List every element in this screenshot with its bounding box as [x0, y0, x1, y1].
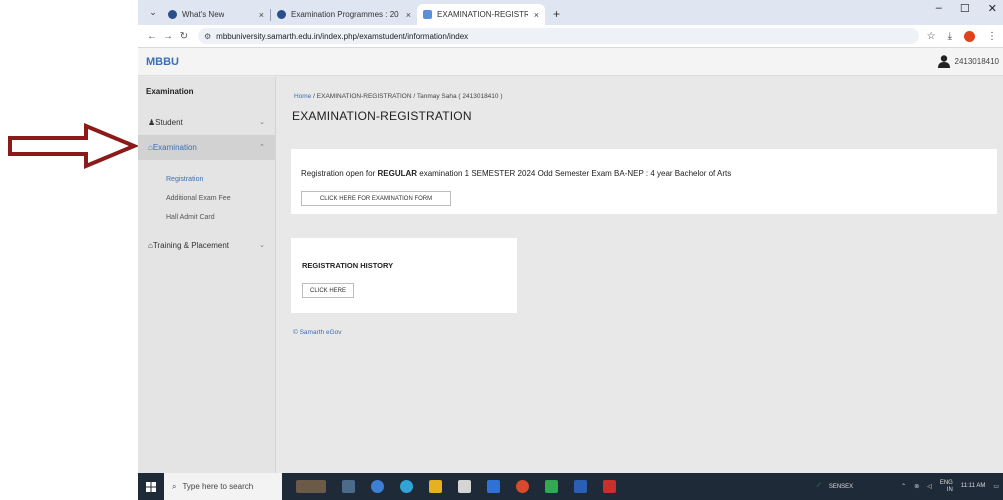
registration-type: REGULAR [377, 169, 418, 178]
user-avatar-icon [937, 55, 950, 68]
chevron-down-icon: ⌄ [259, 119, 265, 126]
system-tray: ⟋ SENSEX ⌃ ⊚ ◁ ENG IN 11:11 AM ▭ [817, 473, 999, 500]
toolbar-icons: ☆ ⤓ ⋮ [927, 30, 997, 42]
tab-close-icon[interactable]: × [400, 10, 411, 20]
registration-history-card: REGISTRATION HISTORY CLICK HERE [291, 238, 517, 313]
tab-whats-new[interactable]: What's New × [162, 4, 270, 25]
tab-title: EXAMINATION-REGISTRATION [437, 10, 528, 19]
notification-icon[interactable]: ▭ [993, 483, 999, 490]
maximize-button[interactable]: ☐ [960, 2, 970, 15]
browser-icon[interactable] [400, 480, 413, 493]
chevron-down-icon: ⌄ [259, 242, 265, 249]
mail-icon[interactable] [487, 480, 500, 493]
registration-suffix: examination 1 SEMESTER 2024 Odd Semester… [417, 169, 732, 178]
tab-examination-registration[interactable]: EXAMINATION-REGISTRATION × [417, 4, 545, 25]
back-arrow-icon[interactable]: ← [144, 31, 160, 42]
bookmark-star-icon[interactable]: ☆ [927, 31, 936, 42]
sidebar-item-training-placement[interactable]: ⌂Training & Placement ⌄ [138, 233, 275, 258]
sidebar-subitem-additional-exam-fee[interactable]: Additional Exam Fee [138, 189, 275, 208]
breadcrumb-home-link[interactable]: Home [294, 93, 311, 100]
registration-history-title: REGISTRATION HISTORY [302, 261, 394, 270]
reload-icon[interactable]: ↻ [176, 31, 192, 42]
main-content: Home / EXAMINATION-REGISTRATION / Tanmay… [284, 77, 1001, 473]
globe-icon [277, 10, 286, 19]
window-controls: – ☐ ✕ [936, 2, 1003, 15]
download-icon[interactable]: ⤓ [948, 31, 952, 42]
minimize-button[interactable]: – [936, 2, 942, 15]
url-text: mbbuniversity.samarth.edu.in/index.php/e… [216, 31, 469, 41]
search-icon: ⌕ [172, 481, 177, 491]
sidebar-item-label: Student [155, 118, 183, 127]
forward-arrow-icon[interactable]: → [160, 31, 176, 42]
windows-start-button[interactable] [138, 473, 164, 500]
browser-window: ⌄ What's New × Examination Programmes : … [138, 0, 1003, 500]
excel-icon[interactable] [545, 480, 558, 493]
windows-logo-icon [146, 481, 156, 492]
tab-title: Examination Programmes : 20 [291, 10, 399, 19]
tab-close-icon[interactable]: × [253, 10, 264, 20]
file-explorer-icon[interactable] [429, 480, 442, 493]
breadcrumb-separator: / [313, 93, 315, 100]
taskbar: ⌕ Type here to search ⟋ SENSEX ⌃ ⊚ ◁ ENG… [138, 473, 1003, 500]
site-header: MBBU 2413018410 [138, 48, 1003, 76]
annotation-arrow [8, 118, 140, 174]
brand-logo[interactable]: MBBU [146, 56, 179, 68]
sidebar-subitem-hall-admit-card[interactable]: Hall Admit Card [138, 208, 275, 227]
breadcrumb-student: Tanmay Saha ( 2413018410 ) [416, 93, 503, 100]
tab-close-icon[interactable]: × [528, 10, 539, 20]
examination-form-button[interactable]: CLICK HERE FOR EXAMINATION FORM [301, 191, 451, 206]
language-region: IN [946, 486, 953, 493]
menu-dots-icon[interactable]: ⋮ [987, 31, 997, 42]
app-icon[interactable] [603, 480, 616, 493]
tab-title: What's New [182, 10, 225, 19]
sidebar-item-student[interactable]: ♟Student ⌄ [138, 110, 275, 135]
site-info-icon[interactable]: ⚙ [204, 32, 211, 41]
sidebar-item-examination[interactable]: ⌂Examination ⌃ [138, 135, 275, 160]
sensex-ticker[interactable]: SENSEX [829, 484, 853, 490]
registration-history-button[interactable]: CLICK HERE [302, 283, 354, 298]
registration-message: Registration open for REGULAR examinatio… [301, 169, 731, 178]
volume-icon[interactable]: ◁ [927, 483, 932, 490]
address-bar: ← → ↻ ⚙ mbbuniversity.samarth.edu.in/ind… [138, 25, 1003, 48]
clock[interactable]: 11:11 AM [961, 483, 985, 490]
task-view-icon[interactable] [342, 480, 355, 493]
language-code: ENG [939, 479, 953, 486]
network-icon[interactable]: ⊚ [914, 483, 919, 490]
sidebar-item-label: Training & Placement [152, 241, 230, 250]
weather-widget-icon[interactable] [296, 480, 326, 493]
user-menu[interactable]: 2413018410 [937, 54, 1000, 68]
chrome-icon[interactable] [516, 480, 529, 493]
extension-icon[interactable] [964, 30, 975, 42]
registration-card: Registration open for REGULAR examinatio… [291, 149, 997, 214]
sidebar-item-label: Examination [152, 143, 197, 152]
sidebar-title: Examination [146, 87, 194, 96]
tab-examination-programmes[interactable]: Examination Programmes : 20 × [271, 4, 417, 25]
sidebar-subitem-registration[interactable]: Registration [138, 170, 275, 189]
globe-icon [168, 10, 177, 19]
store-icon[interactable] [458, 480, 471, 493]
breadcrumb-section: EXAMINATION-REGISTRATION [316, 93, 412, 100]
tray-chevron-icon[interactable]: ⌃ [901, 483, 906, 490]
breadcrumb: Home / EXAMINATION-REGISTRATION / Tanmay… [294, 93, 1001, 100]
site-favicon-icon [423, 10, 432, 19]
word-icon[interactable] [574, 480, 587, 493]
sidebar: Examination ♟Student ⌄ ⌂Examination ⌃ Re… [138, 77, 276, 473]
taskbar-search-box[interactable]: ⌕ Type here to search [164, 473, 282, 500]
close-window-button[interactable]: ✕ [988, 2, 997, 15]
chart-icon: ⟋ [816, 483, 821, 489]
url-field[interactable]: ⚙ mbbuniversity.samarth.edu.in/index.php… [198, 28, 919, 44]
registration-prefix: Registration open for [301, 169, 378, 178]
tab-bar: ⌄ What's New × Examination Programmes : … [138, 0, 1003, 25]
tab-search-icon[interactable]: ⌄ [144, 3, 162, 21]
page-title: EXAMINATION-REGISTRATION [292, 109, 472, 123]
breadcrumb-separator: / [413, 93, 416, 100]
taskbar-search-placeholder: Type here to search [182, 482, 254, 491]
edge-browser-icon[interactable] [371, 480, 384, 493]
new-tab-button[interactable]: + [553, 7, 560, 21]
user-id: 2413018410 [954, 56, 1000, 66]
chevron-up-icon: ⌃ [259, 144, 265, 151]
footer-link[interactable]: © Samarth eGov [293, 329, 342, 336]
language-indicator[interactable]: ENG IN [940, 480, 953, 494]
